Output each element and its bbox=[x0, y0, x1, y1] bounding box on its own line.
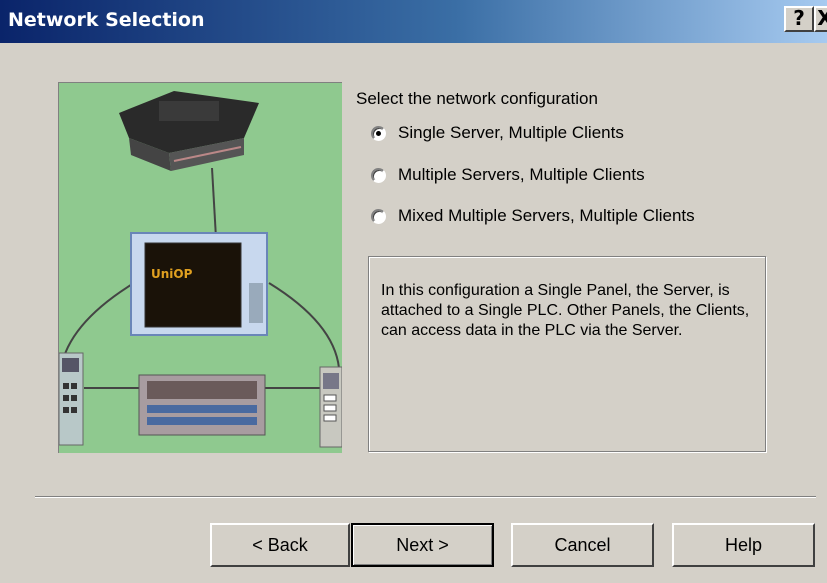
description-box: In this configuration a Single Panel, th… bbox=[368, 256, 766, 452]
help-title-button[interactable]: ? bbox=[784, 6, 814, 32]
option-multiple-servers[interactable]: Multiple Servers, Multiple Clients bbox=[371, 163, 645, 187]
network-illustration: UniOP bbox=[58, 82, 342, 453]
back-button[interactable]: < Back bbox=[210, 523, 350, 567]
separator bbox=[35, 496, 816, 498]
network-diagram-image: UniOP bbox=[59, 91, 342, 448]
radio-button[interactable] bbox=[371, 208, 386, 224]
plc-device bbox=[119, 91, 259, 171]
description-text: In this configuration a Single Panel, th… bbox=[381, 282, 750, 339]
option-single-server[interactable]: Single Server, Multiple Clients bbox=[371, 121, 624, 145]
window-title: Network Selection bbox=[8, 9, 205, 31]
help-button[interactable]: Help bbox=[672, 523, 815, 567]
bottom-client-panel bbox=[138, 374, 266, 436]
network-selection-dialog: Network Selection ? X UniOP Select the n… bbox=[0, 0, 827, 583]
next-button[interactable]: Next > bbox=[351, 523, 494, 567]
option-mixed-multiple-servers[interactable]: Mixed Multiple Servers, Multiple Clients bbox=[371, 204, 695, 228]
server-panel: UniOP bbox=[130, 232, 268, 336]
option-label[interactable]: Multiple Servers, Multiple Clients bbox=[398, 165, 645, 185]
option-label[interactable]: Single Server, Multiple Clients bbox=[398, 123, 624, 143]
panel-screen-text: UniOP bbox=[151, 267, 193, 281]
title-bar[interactable]: Network Selection ? X bbox=[0, 0, 827, 43]
option-label[interactable]: Mixed Multiple Servers, Multiple Clients bbox=[398, 206, 695, 226]
network-config-prompt: Select the network configuration bbox=[356, 89, 598, 108]
left-client-panel bbox=[59, 352, 84, 446]
cancel-button[interactable]: Cancel bbox=[511, 523, 654, 567]
right-client-panel bbox=[319, 366, 342, 448]
radio-button-selected[interactable] bbox=[371, 125, 386, 141]
close-title-button[interactable]: X bbox=[814, 6, 827, 32]
radio-button[interactable] bbox=[371, 167, 386, 183]
